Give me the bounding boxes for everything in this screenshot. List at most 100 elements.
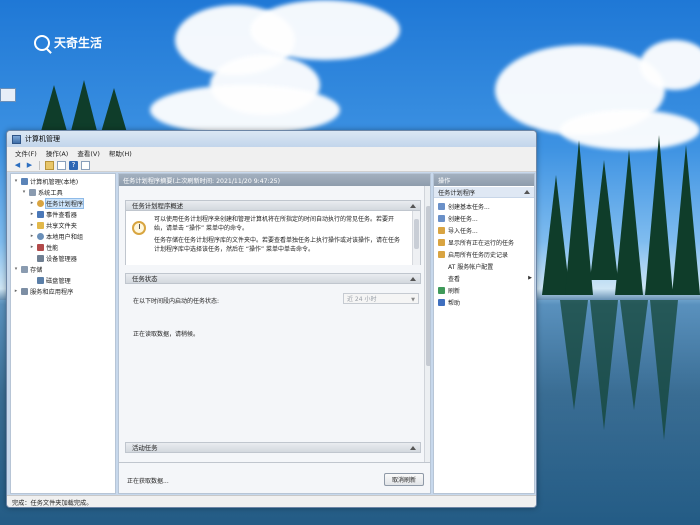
- task-scheduler-clock-icon: [132, 221, 146, 235]
- menu-bar: 文件(F) 操作(A) 查看(V) 帮助(H): [7, 147, 536, 159]
- expand-icon[interactable]: ▾: [21, 189, 27, 195]
- status-section-title: 任务状态: [132, 275, 158, 283]
- status-text: 完成：任务文件夹加载完成。: [12, 499, 93, 507]
- tree-item-computer-management[interactable]: ▾ 计算机管理(本地): [13, 176, 78, 186]
- action-at-service-config[interactable]: AT 服务帐户配置: [438, 261, 532, 271]
- tree-item-label: 事件查看器: [46, 211, 77, 219]
- action-import-task[interactable]: 导入任务...: [438, 225, 532, 235]
- action-label: 查看: [448, 275, 461, 283]
- actions-group-label: 任务计划程序: [438, 189, 476, 197]
- action-show-running-tasks[interactable]: 显示所有正在运行的任务: [438, 237, 532, 247]
- fetching-data-text: 正在获取数据...: [127, 478, 169, 485]
- cancel-refresh-button[interactable]: 取消刷新: [384, 473, 424, 486]
- action-label: 启用所有任务历史记录: [448, 251, 509, 259]
- expand-icon[interactable]: ▸: [29, 233, 35, 239]
- create-task-icon: [438, 214, 445, 222]
- expand-icon[interactable]: ▸: [13, 288, 19, 294]
- tree-item-label: 本地用户和组: [46, 233, 84, 241]
- action-enable-task-history[interactable]: 启用所有任务历史记录: [438, 249, 532, 259]
- menu-action[interactable]: 操作(A): [46, 148, 69, 158]
- back-arrow-icon[interactable]: ◀: [13, 161, 22, 170]
- show-hide-tree-icon[interactable]: [57, 160, 66, 170]
- action-label: 帮助: [448, 299, 461, 307]
- folder-icon: [37, 221, 44, 229]
- tree-item-services-apps[interactable]: ▸ 服务和应用程序: [13, 286, 73, 296]
- tree-item-label: 磁盘管理: [46, 277, 71, 285]
- active-tasks-section-header[interactable]: 活动任务: [125, 442, 421, 453]
- device-manager-icon: [37, 254, 44, 262]
- logo-search-icon: [34, 34, 50, 51]
- action-label: AT 服务帐户配置: [448, 263, 494, 271]
- forward-arrow-icon[interactable]: ▶: [25, 161, 34, 170]
- collapse-icon[interactable]: [524, 190, 530, 194]
- submenu-arrow-icon: ▶: [528, 275, 532, 281]
- overview-section-header[interactable]: 任务计划程序概述: [125, 200, 421, 211]
- expand-icon[interactable]: ▸: [29, 244, 35, 250]
- tree-item-label: 计算机管理(本地): [30, 178, 79, 186]
- import-task-icon: [438, 226, 445, 234]
- status-section-header[interactable]: 任务状态: [125, 273, 421, 284]
- task-scheduler-summary-pane: 任务计划程序摘要(上次刷新时间: 2021/11/20 9:47:25) 任务计…: [118, 173, 431, 494]
- tree-item-label: 服务和应用程序: [30, 288, 74, 296]
- tree-item-label: 系统工具: [38, 189, 63, 197]
- logo-text: 天奇生活: [54, 36, 103, 50]
- action-label: 创建基本任务...: [448, 203, 490, 211]
- collapse-icon[interactable]: [410, 446, 416, 450]
- computer-management-window: 计算机管理 文件(F) 操作(A) 查看(V) 帮助(H) ◀ ▶ ? ▾ 计算…: [6, 130, 537, 508]
- expand-icon[interactable]: ▸: [29, 211, 35, 217]
- disk-icon: [37, 276, 44, 284]
- menu-file[interactable]: 文件(F): [15, 148, 37, 158]
- window-title: 计算机管理: [25, 135, 60, 143]
- tree-item-device-manager[interactable]: 设备管理器: [29, 253, 77, 263]
- tree-item-system-tools[interactable]: ▾ 系统工具: [21, 187, 63, 197]
- action-view[interactable]: 查看 ▶: [438, 273, 532, 283]
- navigation-tree: ▾ 计算机管理(本地) ▾ 系统工具 ▸ 任务计划程序 ▸ 事件查看器 ▸ 共享…: [10, 173, 116, 494]
- actions-pane: 操作 任务计划程序 创建基本任务... 创建任务... 导入任务... 显示所有…: [433, 173, 535, 494]
- computer-management-icon: [12, 134, 21, 144]
- status-bar: 完成：任务文件夹加载完成。: [7, 495, 536, 507]
- tree-item-task-scheduler[interactable]: ▸ 任务计划程序: [29, 197, 85, 209]
- expand-icon[interactable]: ▾: [13, 178, 19, 184]
- action-create-basic-task[interactable]: 创建基本任务...: [438, 201, 532, 211]
- collapse-icon[interactable]: [410, 204, 416, 208]
- tree-item-performance[interactable]: ▸ 性能: [29, 242, 58, 252]
- title-bar[interactable]: 计算机管理: [7, 131, 536, 147]
- summary-scrollbar[interactable]: [424, 186, 430, 462]
- actions-group-header[interactable]: 任务计划程序: [434, 187, 534, 198]
- tree-item-label: 任务计划程序: [44, 197, 85, 209]
- overview-section-body: 可以使用任务计划程序来创建和管理计算机将在所指定的时间自动执行的常见任务。若要开…: [125, 211, 421, 265]
- help-icon[interactable]: ?: [69, 160, 78, 170]
- expand-icon[interactable]: ▸: [29, 200, 35, 206]
- tree-item-label: 共享文件夹: [46, 222, 77, 230]
- status-period-select[interactable]: 近 24 小时 ▼: [343, 293, 419, 304]
- expand-icon[interactable]: ▾: [13, 266, 19, 272]
- tree-item-label: 设备管理器: [46, 255, 77, 263]
- tools-icon: [29, 188, 36, 196]
- collapse-icon[interactable]: [410, 277, 416, 281]
- tree-item-storage[interactable]: ▾ 存储: [13, 264, 42, 274]
- performance-icon: [37, 243, 44, 251]
- action-create-task[interactable]: 创建任务...: [438, 213, 532, 223]
- loading-text: 正在读取数据，请稍候。: [133, 331, 200, 338]
- menu-view[interactable]: 查看(V): [77, 148, 100, 158]
- tree-item-disk-management[interactable]: 磁盘管理: [29, 275, 71, 285]
- action-label: 导入任务...: [448, 227, 478, 235]
- tree-item-local-users-groups[interactable]: ▸ 本地用户和组: [29, 231, 83, 241]
- action-help[interactable]: 帮助: [438, 297, 532, 307]
- menu-help[interactable]: 帮助(H): [109, 148, 132, 158]
- tree-item-event-viewer[interactable]: ▸ 事件查看器: [29, 209, 77, 219]
- expand-icon[interactable]: ▸: [29, 222, 35, 228]
- active-tasks-title: 活动任务: [132, 444, 158, 452]
- show-hide-action-pane-icon[interactable]: [81, 160, 90, 170]
- tree-item-shared-folders[interactable]: ▸ 共享文件夹: [29, 220, 77, 230]
- status-period-value: 近 24 小时: [347, 296, 377, 303]
- up-folder-icon[interactable]: [45, 160, 54, 170]
- computer-icon: [21, 177, 28, 185]
- history-icon: [438, 250, 445, 258]
- overview-scrollbar[interactable]: [412, 211, 420, 265]
- desktop-computer-icon[interactable]: [0, 88, 16, 102]
- summary-footer: 正在获取数据... 取消刷新: [119, 462, 430, 493]
- clock-icon: [37, 199, 44, 207]
- status-period-label: 在以下时间段内启动的任务状态:: [133, 298, 220, 305]
- action-refresh[interactable]: 刷新: [438, 285, 532, 295]
